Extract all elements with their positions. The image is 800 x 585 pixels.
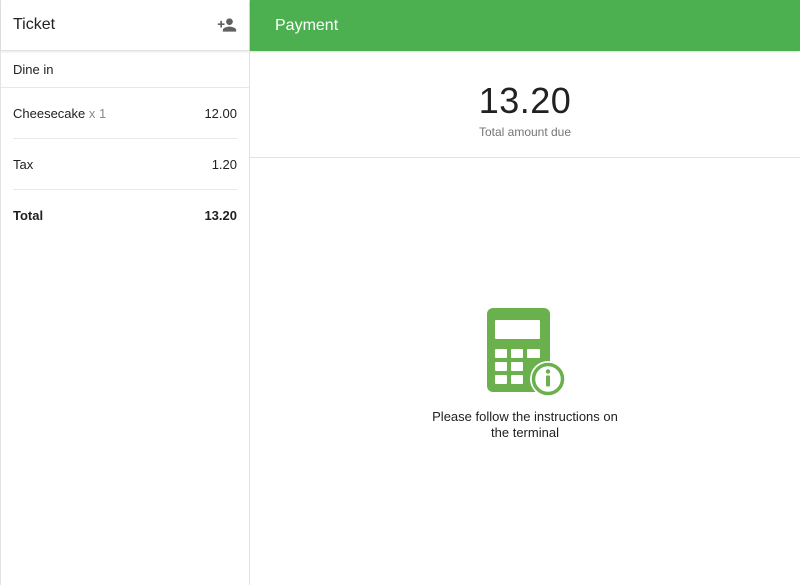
item-name-group: Cheesecake x 1 xyxy=(13,106,106,121)
terminal-status-area: Please follow the instructions on the te… xyxy=(250,158,800,585)
amount-due-section: 13.20 Total amount due xyxy=(250,51,800,158)
payment-title: Payment xyxy=(275,16,339,34)
instruction-line-2: the terminal xyxy=(491,425,559,440)
ticket-panel: Ticket Dine in Cheesecake x 1 12.00 Tax … xyxy=(0,0,250,585)
total-label: Total xyxy=(13,208,44,223)
tax-label: Tax xyxy=(13,156,34,172)
ticket-header: Ticket xyxy=(1,0,249,51)
amount-due: 13.20 xyxy=(478,80,572,121)
ticket-title: Ticket xyxy=(13,16,56,33)
calculator-info-icon xyxy=(485,308,567,398)
item-qty: x 1 xyxy=(88,105,107,121)
ticket-items: Cheesecake x 1 12.00 Tax 1.20 Total 13.2… xyxy=(1,88,249,241)
item-name: Cheesecake xyxy=(13,105,86,121)
instruction-line-1: Please follow the instructions on xyxy=(432,409,618,424)
item-price: 12.00 xyxy=(204,105,237,121)
amount-due-label: Total amount due xyxy=(478,125,572,139)
total-value: 13.20 xyxy=(204,208,237,223)
tax-row: Tax 1.20 xyxy=(13,139,237,190)
tax-value: 1.20 xyxy=(211,156,237,172)
payment-panel: Payment 13.20 Total amount due Please fo… xyxy=(250,0,800,585)
payment-topbar: Payment xyxy=(250,0,800,51)
add-customer-icon[interactable] xyxy=(215,13,239,37)
dining-option[interactable]: Dine in xyxy=(1,51,249,88)
total-row: Total 13.20 xyxy=(13,190,237,241)
ticket-item-row[interactable]: Cheesecake x 1 12.00 xyxy=(13,88,237,139)
terminal-instructions: Please follow the instructions on the te… xyxy=(250,409,800,441)
